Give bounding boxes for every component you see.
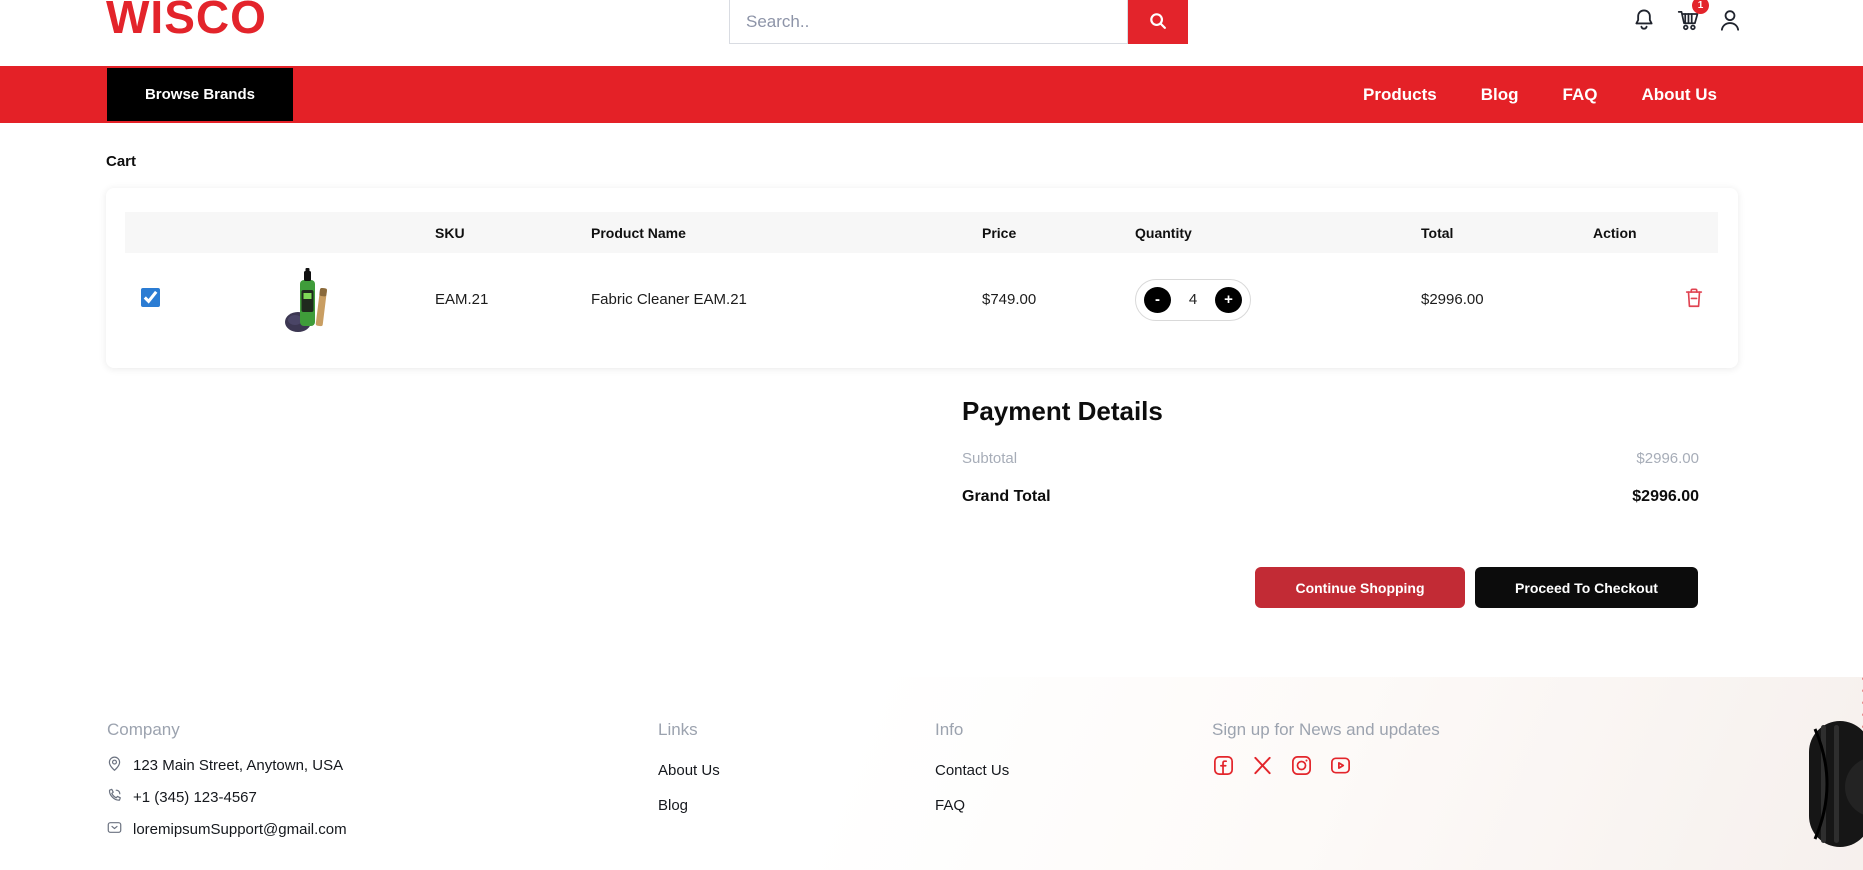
social-icons (1212, 754, 1352, 777)
search-icon (1147, 10, 1169, 35)
tire-suspension-image (1801, 669, 1863, 834)
user-account-icon[interactable] (1717, 7, 1743, 33)
nav-link-products[interactable]: Products (1363, 85, 1437, 105)
top-header: WISCO 1 (0, 0, 1863, 66)
cart-table-header: SKU Product Name Price Quantity Total Ac… (125, 212, 1718, 253)
nav-link-blog[interactable]: Blog (1481, 85, 1519, 105)
footer-company-heading: Company (107, 720, 180, 740)
wisco-logo[interactable]: WISCO (106, 0, 267, 40)
col-header-price: Price (982, 225, 1135, 241)
footer-link-contact-us[interactable]: Contact Us (935, 762, 1009, 779)
item-name: Fabric Cleaner EAM.21 (591, 291, 982, 308)
page-title: Cart (106, 153, 136, 170)
footer-phone[interactable]: +1 (345) 123-4567 (106, 787, 257, 808)
delete-item-button[interactable] (1683, 286, 1705, 310)
footer-info-heading: Info (935, 720, 963, 740)
subtotal-value: $2996.00 (1636, 450, 1699, 467)
col-header-quantity: Quantity (1135, 225, 1421, 241)
x-twitter-icon[interactable] (1251, 754, 1274, 777)
subtotal-row: Subtotal $2996.00 (962, 450, 1699, 467)
item-price: $749.00 (982, 291, 1135, 308)
cart-count-badge: 1 (1692, 0, 1709, 14)
row-checkbox[interactable] (141, 288, 160, 307)
quantity-decrease-button[interactable]: - (1144, 287, 1171, 313)
location-pin-icon (106, 755, 123, 776)
footer-email-text: loremipsumSupport@gmail.com (133, 821, 347, 838)
grand-total-label: Grand Total (962, 488, 1051, 506)
cart-card: SKU Product Name Price Quantity Total Ac… (106, 188, 1738, 368)
search-button[interactable] (1128, 0, 1188, 44)
payment-details-title: Payment Details (962, 396, 1163, 427)
footer-address: 123 Main Street, Anytown, USA (106, 755, 343, 776)
grand-total-row: Grand Total $2996.00 (962, 488, 1699, 506)
browse-brands-button[interactable]: Browse Brands (107, 68, 293, 121)
nav-link-about-us[interactable]: About Us (1641, 85, 1717, 105)
item-sku: EAM.21 (435, 291, 591, 308)
facebook-icon[interactable] (1212, 754, 1235, 777)
col-header-product-name: Product Name (591, 225, 982, 241)
search-input[interactable] (729, 0, 1128, 44)
footer-link-about-us[interactable]: About Us (658, 762, 720, 779)
phone-icon (106, 787, 123, 808)
footer-email[interactable]: loremipsumSupport@gmail.com (106, 819, 347, 840)
footer-address-text: 123 Main Street, Anytown, USA (133, 757, 343, 774)
footer-phone-text: +1 (345) 123-4567 (133, 789, 257, 806)
notifications-bell-icon[interactable] (1631, 7, 1657, 33)
cart-item-row: EAM.21 Fabric Cleaner EAM.21 $749.00 - 4… (125, 253, 1718, 346)
item-total: $2996.00 (1421, 291, 1593, 308)
continue-shopping-button[interactable]: Continue Shopping (1255, 567, 1465, 608)
subtotal-label: Subtotal (962, 450, 1017, 467)
quantity-value: 4 (1189, 291, 1197, 308)
trash-icon (1683, 298, 1705, 313)
quantity-stepper: - 4 + (1135, 279, 1251, 321)
youtube-icon[interactable] (1329, 754, 1352, 777)
col-header-action: Action (1593, 225, 1718, 241)
footer-link-blog[interactable]: Blog (658, 797, 688, 814)
grand-total-value: $2996.00 (1632, 488, 1699, 506)
main-navbar: Browse Brands Products Blog FAQ About Us (0, 66, 1863, 123)
nav-link-faq[interactable]: FAQ (1563, 85, 1598, 105)
quantity-increase-button[interactable]: + (1215, 287, 1242, 313)
footer-newsletter-heading: Sign up for News and updates (1212, 720, 1440, 740)
footer-links-heading: Links (658, 720, 698, 740)
email-icon (106, 819, 123, 840)
footer: Company 123 Main Street, Anytown, USA +1… (0, 677, 1863, 870)
col-header-sku: SKU (435, 225, 591, 241)
col-header-total: Total (1421, 225, 1593, 241)
footer-link-faq[interactable]: FAQ (935, 797, 965, 814)
proceed-to-checkout-button[interactable]: Proceed To Checkout (1475, 567, 1698, 608)
product-image (185, 266, 435, 334)
instagram-icon[interactable] (1290, 754, 1313, 777)
nav-links: Products Blog FAQ About Us (1363, 66, 1717, 123)
